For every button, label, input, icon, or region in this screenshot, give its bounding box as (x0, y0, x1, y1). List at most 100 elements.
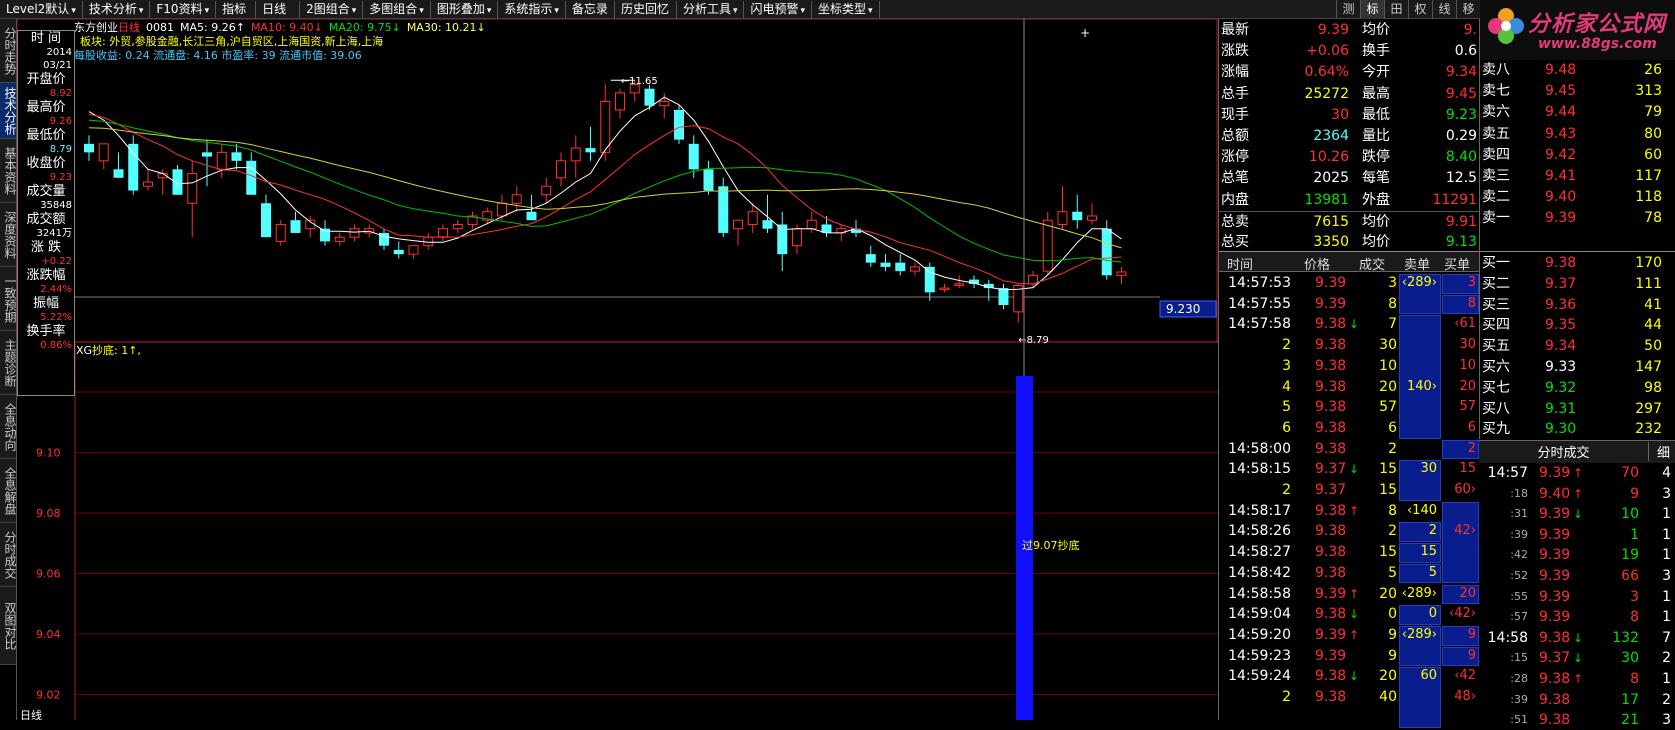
tick-row[interactable]: 2 9.38 30 30 (1219, 335, 1479, 355)
candle[interactable] (231, 143, 242, 170)
fenshi-row[interactable]: :55 9.39 3 1 (1479, 587, 1675, 607)
toolbar-item-8[interactable]: 系统指示 ▾ (498, 0, 566, 18)
buy-row[interactable]: 买六 9.33 147 (1480, 357, 1675, 377)
toolbar-item-13[interactable]: 坐标类型 ▾ (812, 0, 880, 18)
tick-row[interactable]: 3 9.38 10 10 (1219, 356, 1479, 376)
toolbar-item-10[interactable]: 历史回忆 (615, 0, 677, 18)
buy-row[interactable]: 买二 9.37 111 (1480, 274, 1675, 294)
candle[interactable] (615, 88, 625, 119)
candle[interactable] (172, 165, 183, 195)
candle[interactable] (880, 254, 891, 272)
candle[interactable] (423, 232, 434, 250)
tick-row[interactable]: 2 9.37 15 60› (1219, 480, 1479, 500)
toolbar-item-2[interactable]: F10资料 ▾ (150, 0, 217, 18)
tick-header-cell[interactable]: 价格 (1304, 254, 1330, 273)
candle[interactable] (187, 160, 198, 238)
tick-row[interactable]: 2 9.38 40 48› (1219, 687, 1479, 707)
buy-row[interactable]: 买八 9.31 297 (1480, 399, 1675, 419)
kline-chart[interactable]: 东方创业日线 0081 MA5: 9.26↑ MA10: 9.40↓ MA20: 9.7… (0, 19, 1220, 720)
tick-row[interactable]: 14:57:53 9.39 3 ‹289› 3 (1219, 273, 1479, 293)
candle[interactable] (379, 228, 389, 250)
tick-row[interactable]: 6 9.38 6 6 (1219, 418, 1479, 438)
candle[interactable] (570, 135, 581, 178)
sell-row[interactable]: 卖一 9.39 78 (1480, 208, 1675, 228)
candle[interactable] (98, 143, 109, 170)
candle[interactable] (408, 245, 419, 259)
fenshi-row[interactable]: :15 9.37 ↓ 30 2 (1479, 648, 1675, 668)
candle[interactable] (777, 211, 788, 272)
toolbar-item-7[interactable]: 图形叠加 ▾ (431, 0, 499, 18)
candle[interactable] (349, 224, 360, 242)
tick-row[interactable] (1219, 708, 1479, 728)
candle[interactable] (954, 275, 965, 289)
candle[interactable] (84, 135, 94, 161)
candle[interactable] (143, 169, 153, 191)
fenshi-row[interactable]: 14:57 9.39 ↑ 70 4 (1479, 463, 1675, 483)
candle[interactable] (393, 241, 404, 259)
tick-row[interactable]: 14:57:55 9.39 8 8 (1219, 294, 1479, 314)
candle[interactable] (674, 105, 684, 144)
toolbar-item-4[interactable]: 日线 (256, 0, 301, 18)
fenshi-row[interactable]: :52 9.39 66 3 (1479, 566, 1675, 586)
fenshi-row[interactable]: :39 9.38 17 2 (1479, 690, 1675, 710)
candle[interactable] (1057, 186, 1068, 229)
candle[interactable] (718, 177, 729, 238)
candle[interactable] (1087, 203, 1097, 225)
toolbar-right-button-4[interactable]: 线 (1432, 0, 1456, 19)
tick-row[interactable]: 5 9.38 57 57 (1219, 397, 1479, 417)
toolbar-right-button-5[interactable]: 移 (1456, 0, 1480, 19)
tick-row[interactable]: 14:58:26 9.38 2 2 42› (1219, 521, 1479, 541)
candle[interactable] (1072, 194, 1083, 229)
fenshi-row[interactable]: :31 9.39 ↓ 10 1 (1479, 504, 1675, 524)
tick-row[interactable]: 14:58:42 9.38 5 5 (1219, 563, 1479, 583)
candle[interactable] (113, 152, 124, 178)
candle[interactable] (511, 186, 522, 212)
candle[interactable] (910, 262, 920, 276)
candle[interactable] (261, 194, 271, 238)
tick-row[interactable]: 4 9.38 20 140› 20 (1219, 377, 1479, 397)
candle[interactable] (644, 84, 655, 110)
sell-row[interactable]: 卖四 9.42 60 (1480, 145, 1675, 165)
tick-row[interactable]: 14:57:58 9.38 ↓ 7 ‹61 (1219, 314, 1479, 334)
toolbar-item-0[interactable]: Level2默认 ▾ (0, 0, 83, 18)
toolbar-item-1[interactable]: 技术分析 ▾ (83, 0, 151, 18)
candle[interactable] (703, 160, 714, 195)
toolbar-right-button-0[interactable]: 测 (1336, 0, 1360, 19)
tick-row[interactable]: 14:59:20 9.39 ↑ 9 ‹289› 9 (1219, 625, 1479, 645)
toolbar-item-11[interactable]: 分析工具 ▾ (677, 0, 745, 18)
fenshi-detail-button[interactable]: 细 (1657, 442, 1670, 461)
candle[interactable] (924, 262, 935, 301)
buy-row[interactable]: 买三 9.36 41 (1480, 295, 1675, 315)
candle[interactable] (556, 152, 566, 187)
toolbar-item-6[interactable]: 多图组合 ▾ (363, 0, 431, 18)
fenshi-row[interactable]: 14:58 9.38 ↓ 132 7 (1479, 628, 1675, 648)
sell-row[interactable]: 卖七 9.45 313 (1480, 81, 1675, 101)
buy-row[interactable]: 买一 9.38 170 (1480, 253, 1675, 273)
candle[interactable] (128, 135, 139, 195)
fenshi-row[interactable]: :39 9.39 1 1 (1479, 525, 1675, 545)
candle[interactable] (467, 211, 478, 229)
candle[interactable] (452, 220, 463, 233)
tick-row[interactable]: 14:59:23 9.39 9 9 (1219, 646, 1479, 666)
fenshi-row[interactable]: :28 9.38 ↑ 8 1 (1479, 669, 1675, 689)
candle[interactable] (733, 219, 743, 246)
candle[interactable] (216, 143, 227, 178)
tick-header-cell[interactable]: 时间 (1227, 254, 1253, 273)
tick-row[interactable]: 14:59:24 9.38 ↓ 20 60 ‹42 (1219, 666, 1479, 686)
tick-row[interactable]: 14:58:27 9.38 15 15 (1219, 542, 1479, 562)
sell-row[interactable]: 卖六 9.44 79 (1480, 102, 1675, 122)
sell-row[interactable]: 卖八 9.48 26 (1480, 60, 1675, 80)
fenshi-row[interactable]: :51 9.38 21 3 (1479, 710, 1675, 730)
tick-row[interactable]: 14:58:00 9.38 2 2 (1219, 439, 1479, 459)
candle[interactable] (275, 220, 286, 246)
tick-row[interactable]: 14:58:15 9.37 ↓ 15 30 15 (1219, 459, 1479, 479)
candle[interactable] (246, 152, 257, 195)
tick-header-cell[interactable]: 成交 (1359, 254, 1385, 273)
candle[interactable] (969, 275, 979, 289)
toolbar-right-button-1[interactable]: 标 (1360, 0, 1384, 19)
tick-row[interactable]: 14:59:04 9.38 ↓ 0 0 ‹42› (1219, 604, 1479, 624)
buy-row[interactable]: 买四 9.35 44 (1480, 315, 1675, 335)
candle[interactable] (334, 232, 345, 246)
buy-row[interactable]: 买七 9.32 98 (1480, 378, 1675, 398)
tick-header-cell[interactable]: 买单 (1444, 254, 1470, 273)
